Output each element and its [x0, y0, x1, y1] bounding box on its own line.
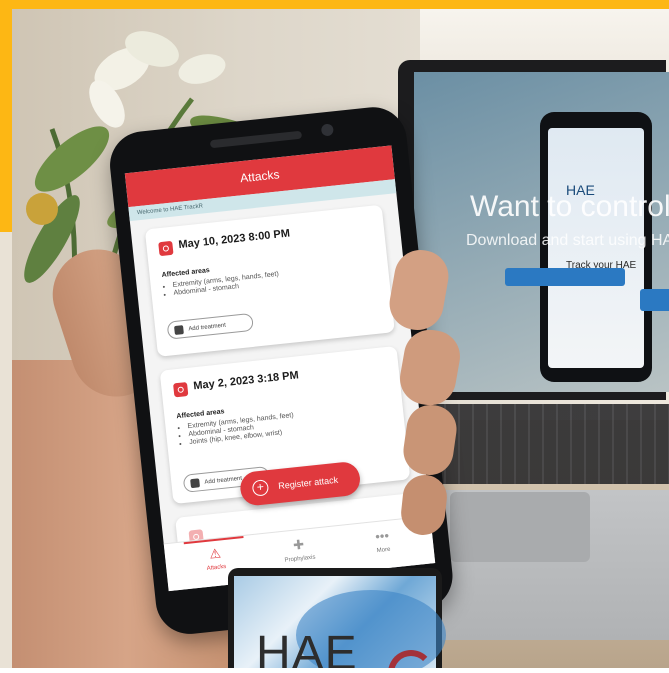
- phone-screen: Attacks Welcome to HAE TrackR May 10, 20…: [124, 145, 436, 592]
- laptop-secondary-button: [640, 289, 669, 311]
- pill-icon: [190, 478, 201, 489]
- nav-item-prophylaxis[interactable]: ✚ Prophylaxis: [258, 534, 340, 566]
- laptop-keyboard: [418, 404, 669, 484]
- attack-datetime: May 2, 2023 3:18 PM: [192, 369, 300, 393]
- add-treatment-button[interactable]: Add treatment: [166, 312, 254, 340]
- more-icon: •••: [374, 527, 390, 545]
- attack-card[interactable]: May 10, 2023 8:00 PM Affected areas Extr…: [144, 204, 395, 357]
- plus-icon: +: [251, 479, 270, 497]
- nav-label: Prophylaxis: [284, 554, 316, 564]
- laptop-headline: Want to control y: [470, 190, 669, 223]
- attack-datetime: May 10, 2023 8:00 PM: [177, 227, 291, 252]
- phone-speaker: [209, 130, 303, 149]
- accent-frame-top: [0, 0, 669, 9]
- nav-label: Attacks: [206, 563, 227, 572]
- laptop-trackpad: [450, 492, 590, 562]
- photo-scene: HAE Track your HAE Want to control y Dow…: [0, 0, 669, 673]
- laptop-subline: Download and start using HAE: [466, 232, 669, 249]
- laptop-download-button: [505, 268, 625, 286]
- pill-icon: [174, 325, 184, 336]
- warning-icon: ⚠: [208, 545, 222, 562]
- accent-frame-left: [0, 0, 12, 232]
- attack-icon: [173, 382, 189, 398]
- nav-label: More: [376, 546, 391, 555]
- attack-icon: [158, 240, 174, 257]
- register-attack-label: Register attack: [277, 474, 339, 492]
- cross-icon: ✚: [292, 536, 305, 553]
- phone-camera: [320, 123, 334, 137]
- add-treatment-label: Add treatment: [204, 475, 243, 486]
- hae-logo-text: HAE: [256, 627, 358, 673]
- bottom-border: [0, 668, 669, 673]
- add-treatment-label: Add treatment: [188, 322, 227, 333]
